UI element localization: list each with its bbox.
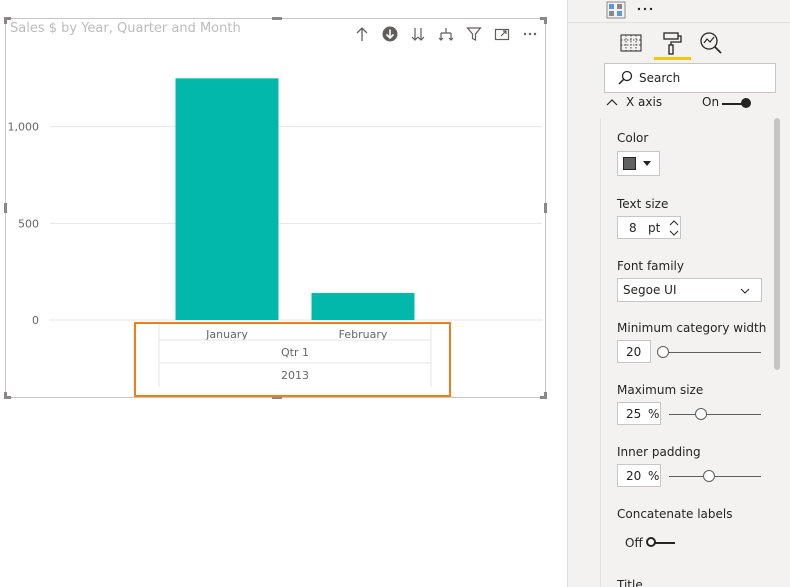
slider-thumb[interactable] [694,408,707,420]
text-size-label: Text size [617,197,669,211]
min-category-width-slider[interactable] [657,346,761,358]
color-swatch [623,157,636,170]
format-tab-paint-roller-icon[interactable] [657,28,687,58]
max-size-unit: % [648,407,660,421]
bar-february [311,292,415,320]
min-category-width-value: 20 [626,345,642,359]
slider-thumb[interactable] [657,346,669,358]
analytics-tab-icon[interactable] [696,28,726,58]
resize-handle-br-v[interactable] [544,392,547,399]
section-toggle-label: On [702,95,720,109]
inner-padding-input[interactable]: 20 % [617,464,661,487]
chevron-up-icon [606,99,618,106]
font-family-dropdown[interactable]: Segoe UI [617,278,762,302]
stepper-arrows-icon[interactable] [669,218,679,238]
slider-thumb[interactable] [702,470,715,482]
max-size-label: Maximum size [617,383,704,397]
min-category-width-input[interactable]: 20 [617,340,651,363]
report-canvas: Sales $ by Year, Quarter and Month 0 500… [0,0,790,587]
active-tab-indicator [654,57,691,60]
inner-padding-value: 20 [626,469,642,483]
more-visuals-icon[interactable] [636,5,654,13]
fields-tab-icon[interactable] [616,28,646,58]
pane-top-strip [568,0,790,23]
concatenate-labels-label: Concatenate labels [617,507,733,521]
visual-type-icon[interactable] [606,1,626,19]
search-placeholder: Search [639,71,681,85]
color-picker[interactable] [617,151,660,176]
resize-handle-left[interactable] [4,203,7,213]
text-size-unit: pt [648,221,661,235]
y-tick-label: 500 [18,217,39,230]
resize-handle-right[interactable] [544,203,547,213]
resize-handle-top[interactable] [272,17,282,20]
font-family-value: Segoe UI [623,283,677,297]
color-label: Color [617,131,649,145]
caret-down-icon [643,161,651,166]
section-toggle[interactable] [722,98,754,110]
text-size-stepper[interactable]: 8 pt [617,216,681,239]
y-tick-label: 1,000 [8,121,40,134]
search-icon [618,70,633,85]
section-title: X axis [626,95,663,109]
max-size-value: 25 [626,407,642,421]
format-pane: Search X axis On Color Text size 8 pt Fo… [567,0,790,587]
next-section-label: Title [617,578,643,587]
resize-handle-tr-v[interactable] [544,17,547,24]
text-size-value: 8 [629,221,637,235]
inner-padding-label: Inner padding [617,445,701,459]
bar-january [175,78,279,320]
inner-padding-unit: % [648,469,660,483]
resize-handle-tl-v[interactable] [4,17,7,24]
x-axis-settings: Color Text size 8 pt Font family Segoe U… [600,118,774,587]
inner-padding-slider[interactable] [669,470,761,482]
pane-scrollbar[interactable] [774,118,780,370]
x-axis-section-header[interactable]: X axis On [604,95,784,113]
resize-handle-bl-v[interactable] [4,392,7,399]
max-size-input[interactable]: 25 % [617,402,661,425]
y-tick-label: 0 [32,314,39,327]
font-family-label: Font family [617,259,684,273]
max-size-slider[interactable] [669,408,761,420]
concatenate-toggle-label: Off [625,536,643,550]
concatenate-toggle[interactable] [645,537,679,549]
pane-tabs [568,24,790,62]
x-axis-highlight-box [134,322,451,397]
search-input[interactable]: Search [604,63,776,93]
chevron-down-icon [740,288,750,294]
min-category-width-label: Minimum category width [617,321,767,335]
